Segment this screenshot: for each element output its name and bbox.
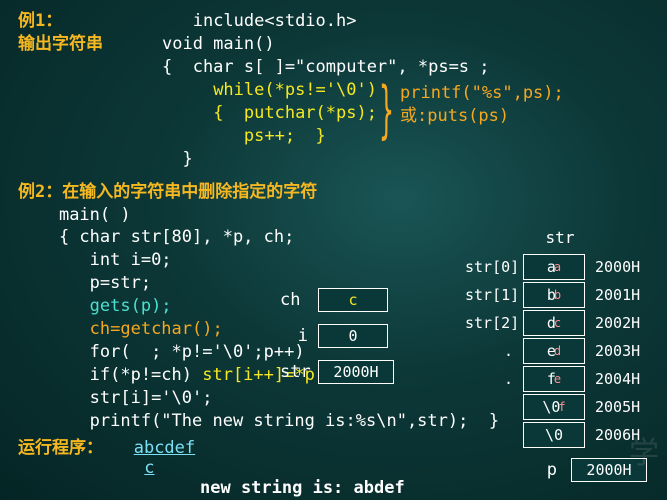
code-line: include<stdio.h> — [162, 10, 490, 33]
memory-index: . — [465, 342, 513, 360]
memory-index: . — [465, 370, 513, 388]
memory-addr: 2003H — [595, 342, 655, 360]
memory-index: str[1] — [465, 286, 513, 304]
memory-index: str[2] — [465, 314, 513, 332]
code-line: main( ) — [18, 204, 649, 227]
memory-cell: dc — [523, 310, 585, 336]
memory-addr: 2002H — [595, 314, 655, 332]
memory-row: \02006H — [465, 421, 655, 449]
ex1-note: printf("%s",ps); 或:puts(ps) — [400, 82, 564, 128]
memory-row: str[0] aa 2000H — [465, 253, 655, 281]
memory-addr: 2005H — [595, 398, 655, 416]
code-line: } — [162, 148, 490, 171]
var-i-value: 0 — [318, 324, 388, 348]
run-input2: c — [144, 458, 154, 478]
memory-row: . ed 2003H — [465, 337, 655, 365]
ex2-label: 例2：在输入的字符串中删除指定的字符 — [18, 181, 649, 204]
var-ch-label: ch — [280, 290, 308, 310]
memory-row: str[1] bb 2001H — [465, 281, 655, 309]
memory-row: . f e 2004H — [465, 365, 655, 393]
run-block: 运行程序： abcdef c — [18, 433, 195, 478]
run-label: 运行程序： — [18, 438, 103, 458]
memory-cell: bb — [523, 282, 585, 308]
code-line: { char s[ ]="computer", *ps=s ; — [162, 56, 490, 79]
brace-icon: } — [379, 74, 393, 147]
code-line: ps++; } — [162, 125, 490, 148]
variable-boxes: ch c i 0 str 2000H — [280, 288, 394, 396]
memory-cell: \0 — [523, 422, 585, 448]
memory-header: str — [465, 228, 655, 247]
memory-addr: 2001H — [595, 286, 655, 304]
memory-index: str[0] — [465, 258, 513, 276]
ex1-label: 例1： — [18, 10, 138, 33]
memory-cell: ed — [523, 338, 585, 364]
memory-row: \0f 2005H — [465, 393, 655, 421]
ex1-subtitle: 输出字符串 — [18, 33, 138, 56]
var-p-label: p — [547, 460, 557, 480]
code-line: void main() — [162, 33, 490, 56]
var-ch-value: c — [318, 288, 388, 312]
note-line: printf("%s",ps); — [400, 82, 564, 105]
var-str-label: str — [280, 362, 308, 382]
slide-container: 例1： 输出字符串 include<stdio.h> void main() {… — [0, 0, 667, 500]
memory-table: str str[0] aa 2000H str[1] bb 2001H str[2] dc 20… — [465, 228, 655, 449]
note-line: 或:puts(ps) — [400, 105, 564, 128]
watermark: 学 — [629, 428, 659, 472]
run-input1: abcdef — [134, 438, 195, 458]
var-str-value: 2000H — [318, 360, 394, 384]
memory-addr: 2004H — [595, 370, 655, 388]
memory-cell: \0f — [523, 394, 585, 420]
memory-addr: 2000H — [595, 258, 655, 276]
memory-cell: aa — [523, 254, 585, 280]
var-i-label: i — [280, 326, 308, 346]
memory-cell: f e — [523, 366, 585, 392]
run-result: new string is: abdef — [200, 478, 405, 498]
memory-row: str[2] dc 2002H — [465, 309, 655, 337]
